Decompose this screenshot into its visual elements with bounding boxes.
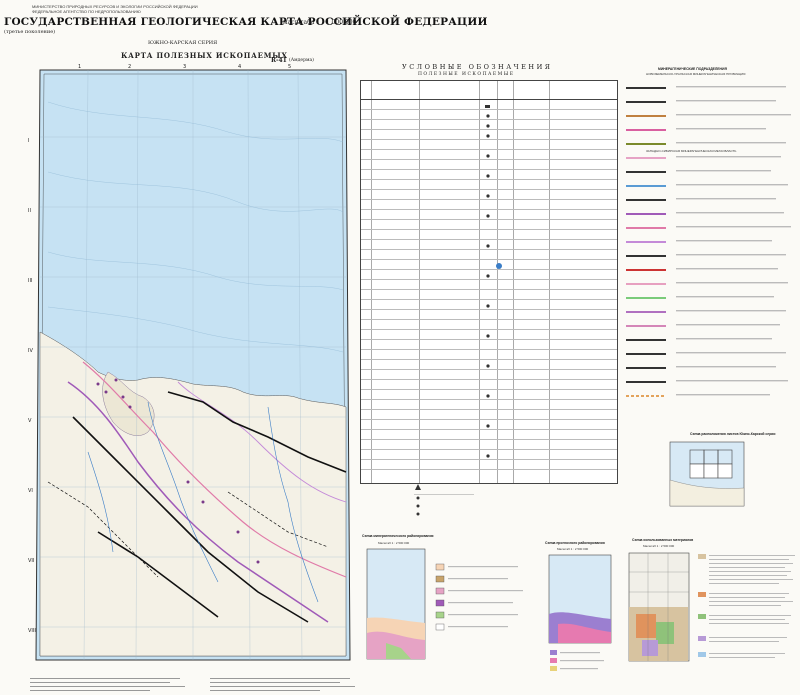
svg-text:I: I (28, 138, 29, 144)
generation-label: (третье поколение) (4, 29, 56, 35)
scale-label: масштаба 1 : 1 000 000 (283, 19, 357, 26)
inset3-map (628, 552, 690, 662)
svg-text:2: 2 (128, 64, 131, 70)
inset3-scale: Масштаб 1 : 2 500 000 (643, 544, 675, 548)
page-title: ГОСУДАРСТВЕННАЯ ГЕОЛОГИЧЕСКАЯ КАРТА РОСС… (4, 16, 488, 28)
inset2-map (548, 554, 612, 644)
svg-text:3: 3 (183, 64, 186, 70)
legend-symbols (485, 105, 502, 458)
main-map[interactable]: 12345 IIIIIIIVVVIVIIVIII (28, 62, 358, 674)
legend-extra-symbols (414, 484, 474, 516)
location-title: Схема расположения листов Южно-Карской с… (690, 432, 776, 436)
svg-text:1: 1 (78, 64, 81, 70)
inset3-legend (698, 554, 795, 658)
legend-heading: УСЛОВНЫЕ ОБОЗНАЧЕНИЯ (402, 63, 553, 71)
series-label: ЮЖНО-КАРСКАЯ СЕРИЯ (148, 40, 218, 46)
legend-subheading: ПОЛЕЗНЫЕ ИСКОПАЕМЫЕ (418, 72, 515, 77)
inset3-title: Схема использованных материалов (632, 538, 694, 542)
location-scheme (669, 441, 745, 507)
svg-text:VI: VI (28, 488, 33, 494)
mineragenic-heading: МИНЕРАГЕНИЧЕСКИЕ ПОДРАЗДЕЛЕНИЯ (658, 67, 727, 71)
inset1-title: Схема минерагенического районирования (362, 534, 434, 538)
footer-credits (30, 678, 355, 691)
inset2-legend (550, 650, 604, 671)
mineragenic-sub1: НОВОЗЕМЕЛЬСКО-УРАЛЬСКАЯ МИНЕРАГЕНИЧЕСКАЯ… (646, 72, 746, 76)
inset1-legend (435, 563, 523, 631)
svg-text:IV: IV (28, 348, 33, 354)
inset2-scale: Масштаб 1 : 2 500 000 (557, 547, 589, 551)
svg-text:VIII: VIII (28, 628, 36, 634)
svg-text:III: III (28, 278, 32, 284)
map-title: КАРТА ПОЛЕЗНЫХ ИСКОПАЕМЫХ (121, 51, 288, 60)
inset2-title: Схема прогнозного районирования (545, 541, 605, 545)
svg-text:VII: VII (28, 558, 34, 564)
mineragenic-symbols (626, 86, 791, 397)
svg-text:V: V (28, 418, 32, 424)
agency-label: ФЕДЕРАЛЬНОЕ АГЕНТСТВО ПО НЕДРОПОЛЬЗОВАНИ… (32, 9, 141, 14)
svg-text:4: 4 (238, 64, 241, 70)
svg-text:II: II (28, 208, 31, 214)
inset1-map (366, 548, 426, 660)
svg-text:5: 5 (288, 64, 291, 70)
inset1-scale: Масштаб 1 : 2 500 000 (378, 541, 410, 545)
legend-table (360, 80, 618, 484)
